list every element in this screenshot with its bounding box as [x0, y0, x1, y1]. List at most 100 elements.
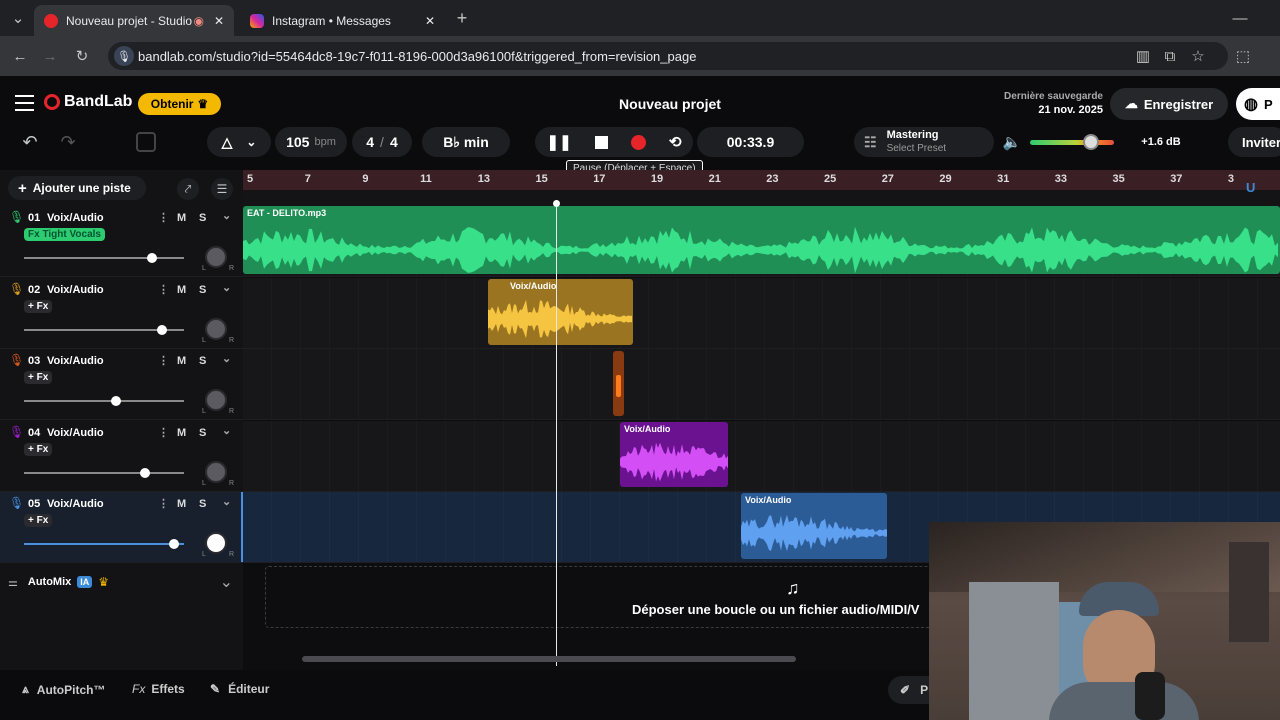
clip-track-1[interactable]: EAT - DELITO.mp3 — [243, 206, 1280, 274]
publish-button[interactable]: ◍ P — [1236, 88, 1280, 120]
url-field[interactable]: 🎙 bandlab.com/studio?id=55464dc8-19c7-f0… — [108, 42, 1228, 70]
undo-icon[interactable]: ↶ — [20, 132, 40, 152]
drop-zone[interactable] — [265, 566, 965, 628]
timeline-ruler[interactable]: 5 7 9 11 13 15 17 19 21 23 25 27 29 31 33 35 37 3 — [243, 170, 1280, 190]
tab-studio[interactable]: Nouveau projet - Studio ◉ ✕ — [34, 5, 234, 36]
mute-button[interactable]: M — [177, 498, 186, 510]
volume-slider-knob[interactable] — [169, 539, 179, 549]
bookmark-star-icon[interactable]: ☆ — [1188, 46, 1208, 66]
project-title[interactable]: Nouveau projet — [540, 96, 800, 112]
pan-knob[interactable] — [205, 246, 227, 268]
more-options-icon[interactable]: ⋮ — [158, 497, 169, 510]
track-lane[interactable] — [243, 277, 1280, 349]
volume-slider[interactable] — [24, 471, 184, 474]
menu-icon[interactable] — [15, 95, 34, 111]
track-name[interactable]: Voix/Audio — [47, 498, 104, 510]
metronome-button[interactable]: △ ⌄ — [207, 127, 271, 157]
clip-track-5[interactable]: Voix/Audio — [741, 493, 887, 559]
track-header[interactable]: 🎙 01 Voix/Audio ⋮ M S ⌄ Fx Tight Vocals … — [0, 206, 243, 277]
minimize-icon[interactable]: — — [1230, 8, 1250, 28]
automation-icon[interactable]: ⤤ — [177, 178, 199, 200]
clip-track-3[interactable] — [613, 351, 624, 416]
track-header[interactable]: 🎙 02 Voix/Audio ⋮ M S ⌄ + Fx L R — [0, 278, 243, 349]
chevron-down-icon[interactable]: ⌄ — [222, 281, 231, 294]
volume-slider[interactable] — [24, 400, 184, 402]
volume-slider-knob[interactable] — [157, 324, 167, 335]
chevron-down-icon[interactable]: ⌄ — [222, 209, 231, 222]
pan-knob[interactable] — [205, 532, 227, 554]
tempo-field[interactable]: 105 bpm — [275, 127, 347, 157]
fx-button[interactable]: + Fx — [24, 371, 53, 384]
chevron-down-icon[interactable]: ⌄ — [222, 424, 231, 437]
mute-button[interactable]: M — [177, 355, 186, 367]
automix-row[interactable]: ⚌ AutoMix IA ♛ ⌄ — [0, 566, 243, 598]
mixer-icon[interactable]: ☰ — [211, 178, 233, 200]
track-lane[interactable] — [243, 420, 1280, 492]
tab-list-icon[interactable]: ⌄ — [8, 8, 28, 28]
magnet-snap-icon[interactable]: U — [1246, 180, 1260, 195]
autopitch-button[interactable]: ⩓ AutoPitch™ — [22, 682, 105, 697]
stop-icon[interactable] — [594, 135, 608, 149]
solo-button[interactable]: S — [199, 355, 206, 367]
fx-button[interactable]: Fx Tight Vocals — [24, 228, 105, 241]
master-volume-knob[interactable] — [1083, 134, 1099, 150]
chevron-down-icon[interactable]: ⌄ — [246, 135, 256, 149]
back-icon[interactable]: ← — [10, 46, 30, 66]
extensions-icon[interactable]: ⬚ — [1233, 46, 1253, 66]
close-tab-icon[interactable]: ✕ — [425, 14, 435, 28]
brand-logo[interactable]: BandLab — [44, 93, 132, 111]
fx-button[interactable]: + Fx — [24, 514, 53, 527]
save-button[interactable]: ☁ Enregistrer — [1110, 88, 1228, 120]
chevron-down-icon[interactable]: ⌄ — [220, 572, 233, 592]
master-volume-slider[interactable] — [1030, 140, 1114, 145]
chevron-down-icon[interactable]: ⌄ — [222, 495, 231, 508]
editor-button[interactable]: ✎ Éditeur — [210, 682, 269, 696]
install-icon[interactable]: ⧉ — [1160, 46, 1180, 66]
reload-icon[interactable]: ↻ — [72, 46, 92, 66]
site-info-icon[interactable]: 🎙 — [114, 46, 134, 66]
pan-knob[interactable] — [205, 317, 227, 340]
track-header[interactable]: 🎙 03 Voix/Audio ⋮ M S ⌄ + Fx L R — [0, 349, 243, 420]
solo-button[interactable]: S — [199, 212, 206, 224]
volume-slider-knob[interactable] — [140, 467, 150, 478]
fx-button[interactable]: + Fx — [24, 442, 53, 456]
tab-instagram[interactable]: Instagram • Messages ✕ — [240, 5, 445, 36]
redo-icon[interactable]: ↷ — [58, 132, 78, 152]
key-field[interactable]: B♭ min — [422, 127, 510, 157]
time-signature-field[interactable]: 4 / 4 — [352, 127, 412, 157]
new-tab-icon[interactable]: + — [452, 8, 472, 28]
volume-slider-knob[interactable] — [111, 396, 121, 406]
pause-icon[interactable]: ❚❚ — [547, 133, 572, 151]
time-display[interactable]: 00:33.9 — [697, 127, 804, 157]
grid-toggle-icon[interactable] — [136, 132, 156, 152]
more-options-icon[interactable]: ⋮ — [158, 211, 169, 224]
record-icon[interactable] — [630, 134, 646, 150]
more-options-icon[interactable]: ⋮ — [158, 426, 169, 439]
solo-button[interactable]: S — [199, 498, 206, 510]
clip-track-4[interactable]: Voix/Audio — [620, 422, 728, 487]
playhead-handle[interactable] — [553, 200, 560, 207]
get-button[interactable]: Obtenir ♛ — [138, 93, 221, 115]
pan-knob[interactable] — [205, 389, 227, 411]
volume-slider[interactable] — [24, 543, 184, 545]
mute-button[interactable]: M — [177, 212, 186, 224]
more-options-icon[interactable]: ⋮ — [158, 354, 169, 367]
solo-button[interactable]: S — [199, 284, 206, 296]
chevron-down-icon[interactable]: ⌄ — [222, 352, 231, 365]
track-lane[interactable] — [243, 349, 1280, 420]
loop-icon[interactable]: ⟲ — [669, 133, 682, 151]
effects-button[interactable]: Fx Effets — [132, 682, 185, 696]
forward-icon[interactable]: → — [40, 46, 60, 66]
track-header[interactable]: 🎙 04 Voix/Audio ⋮ M S ⌄ + Fx L R — [0, 421, 243, 492]
volume-icon[interactable]: 🔈 — [1002, 132, 1022, 152]
mute-button[interactable]: M — [177, 284, 186, 296]
solo-button[interactable]: S — [199, 427, 206, 439]
volume-slider-knob[interactable] — [147, 253, 157, 263]
clip-track-2[interactable]: Voix/Audio — [488, 279, 633, 345]
fx-button[interactable]: + Fx — [24, 299, 53, 313]
mute-button[interactable]: M — [177, 427, 186, 439]
close-tab-icon[interactable]: ✕ — [214, 14, 224, 28]
track-header[interactable]: 🎙 05 Voix/Audio ⋮ M S ⌄ + Fx L R — [0, 492, 243, 563]
reader-icon[interactable]: ▥ — [1133, 46, 1153, 66]
track-name[interactable]: Voix/Audio — [47, 355, 104, 367]
